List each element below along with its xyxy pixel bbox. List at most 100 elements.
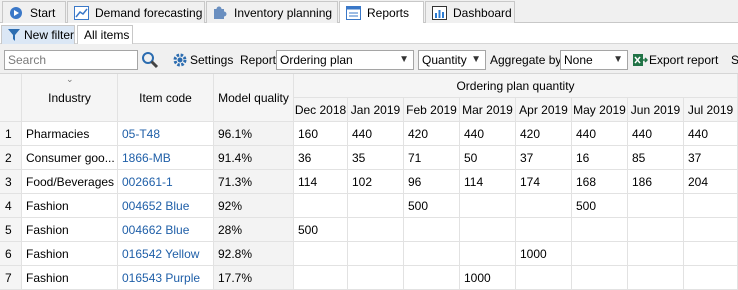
quantity-cell[interactable]: 114 <box>294 170 348 194</box>
quantity-cell[interactable] <box>628 218 684 242</box>
industry-cell[interactable]: Fashion <box>22 242 118 266</box>
quantity-cell[interactable]: 35 <box>348 146 404 170</box>
column-header-month[interactable]: Feb 2019 <box>404 98 460 122</box>
quantity-cell[interactable]: 440 <box>572 122 628 146</box>
quantity-cell[interactable]: 204 <box>684 170 738 194</box>
quantity-cell[interactable] <box>404 266 460 290</box>
item-code-link[interactable]: 016542 Yellow <box>118 242 214 266</box>
quantity-cell[interactable]: 102 <box>348 170 404 194</box>
column-header-month[interactable]: Jun 2019 <box>628 98 684 122</box>
column-header-item-code[interactable]: Item code <box>118 74 214 122</box>
quantity-cell[interactable]: 500 <box>294 218 348 242</box>
quantity-cell[interactable] <box>684 266 738 290</box>
quantity-cell[interactable]: 96 <box>404 170 460 194</box>
tab-all-items[interactable]: All items <box>77 25 133 44</box>
quantity-cell[interactable]: 37 <box>516 146 572 170</box>
quantity-cell[interactable]: 37 <box>684 146 738 170</box>
quantity-cell[interactable] <box>460 242 516 266</box>
model-quality-cell[interactable]: 92.8% <box>214 242 294 266</box>
model-quality-cell[interactable]: 17.7% <box>214 266 294 290</box>
new-filter-button[interactable]: New filter <box>1 25 75 44</box>
industry-cell[interactable]: Fashion <box>22 266 118 290</box>
metric-select[interactable]: Quantity ▼ <box>418 50 486 70</box>
model-quality-cell[interactable]: 92% <box>214 194 294 218</box>
quantity-cell[interactable] <box>684 218 738 242</box>
quantity-cell[interactable]: 16 <box>572 146 628 170</box>
item-code-link[interactable]: 004652 Blue <box>118 194 214 218</box>
quantity-cell[interactable] <box>294 266 348 290</box>
quantity-cell[interactable]: 71 <box>404 146 460 170</box>
tab-reports[interactable]: Reports <box>339 1 424 24</box>
quantity-cell[interactable]: 420 <box>404 122 460 146</box>
quantity-cell[interactable]: 168 <box>572 170 628 194</box>
quantity-cell[interactable] <box>572 266 628 290</box>
column-header-month[interactable]: Dec 2018 <box>294 98 348 122</box>
quantity-cell[interactable] <box>684 242 738 266</box>
quantity-cell[interactable] <box>460 218 516 242</box>
model-quality-cell[interactable]: 96.1% <box>214 122 294 146</box>
item-code-link[interactable]: 05-T48 <box>118 122 214 146</box>
quantity-cell[interactable]: 1000 <box>516 242 572 266</box>
column-header-month[interactable]: Jan 2019 <box>348 98 404 122</box>
truncated-toolbar-item[interactable]: S <box>731 51 738 69</box>
report-select[interactable]: Ordering plan ▼ <box>276 50 414 70</box>
quantity-cell[interactable]: 85 <box>628 146 684 170</box>
industry-cell[interactable]: Consumer goo... <box>22 146 118 170</box>
column-header-model-quality[interactable]: Model quality <box>214 74 294 122</box>
quantity-cell[interactable] <box>294 194 348 218</box>
quantity-cell[interactable]: 500 <box>404 194 460 218</box>
quantity-cell[interactable] <box>348 266 404 290</box>
model-quality-cell[interactable]: 28% <box>214 218 294 242</box>
quantity-cell[interactable] <box>404 218 460 242</box>
quantity-cell[interactable] <box>572 242 628 266</box>
model-quality-cell[interactable]: 91.4% <box>214 146 294 170</box>
quantity-cell[interactable] <box>628 266 684 290</box>
quantity-cell[interactable]: 420 <box>516 122 572 146</box>
industry-cell[interactable]: Food/Beverages <box>22 170 118 194</box>
quantity-cell[interactable]: 114 <box>460 170 516 194</box>
export-report-button[interactable]: Export report <box>632 51 718 69</box>
quantity-cell[interactable]: 50 <box>460 146 516 170</box>
quantity-cell[interactable] <box>404 242 460 266</box>
quantity-cell[interactable] <box>516 218 572 242</box>
quantity-cell[interactable]: 174 <box>516 170 572 194</box>
industry-cell[interactable]: Fashion <box>22 218 118 242</box>
tab-dashboard[interactable]: Dashboard <box>425 1 515 23</box>
quantity-cell[interactable]: 36 <box>294 146 348 170</box>
item-code-link[interactable]: 016543 Purple <box>118 266 214 290</box>
item-code-link[interactable]: 1866-MB <box>118 146 214 170</box>
quantity-cell[interactable] <box>684 194 738 218</box>
column-header-month[interactable]: Mar 2019 <box>460 98 516 122</box>
quantity-cell[interactable]: 1000 <box>460 266 516 290</box>
quantity-cell[interactable] <box>460 194 516 218</box>
quantity-cell[interactable]: 440 <box>628 122 684 146</box>
aggregate-select[interactable]: None ▼ <box>560 50 628 70</box>
quantity-cell[interactable]: 160 <box>294 122 348 146</box>
column-header-month[interactable]: Apr 2019 <box>516 98 572 122</box>
quantity-cell[interactable]: 440 <box>348 122 404 146</box>
model-quality-cell[interactable]: 71.3% <box>214 170 294 194</box>
industry-cell[interactable]: Fashion <box>22 194 118 218</box>
quantity-cell[interactable] <box>516 194 572 218</box>
quantity-cell[interactable] <box>628 194 684 218</box>
quantity-cell[interactable] <box>348 218 404 242</box>
tab-demand-forecasting[interactable]: Demand forecasting <box>67 1 205 23</box>
quantity-cell[interactable]: 440 <box>460 122 516 146</box>
tab-inventory-planning[interactable]: Inventory planning <box>206 1 338 23</box>
search-input[interactable]: Search <box>4 50 138 70</box>
column-header-month[interactable]: May 2019 <box>572 98 628 122</box>
quantity-cell[interactable]: 440 <box>684 122 738 146</box>
column-header-month[interactable]: Jul 2019 <box>684 98 738 122</box>
item-code-link[interactable]: 004662 Blue <box>118 218 214 242</box>
item-code-link[interactable]: 002661-1 <box>118 170 214 194</box>
quantity-cell[interactable] <box>516 266 572 290</box>
quantity-cell[interactable] <box>572 218 628 242</box>
settings-button[interactable]: Settings <box>172 51 233 69</box>
quantity-cell[interactable]: 500 <box>572 194 628 218</box>
quantity-cell[interactable] <box>628 242 684 266</box>
quantity-cell[interactable] <box>348 194 404 218</box>
quantity-cell[interactable]: 186 <box>628 170 684 194</box>
quantity-cell[interactable] <box>294 242 348 266</box>
tab-start[interactable]: Start <box>2 1 66 23</box>
quantity-cell[interactable] <box>348 242 404 266</box>
